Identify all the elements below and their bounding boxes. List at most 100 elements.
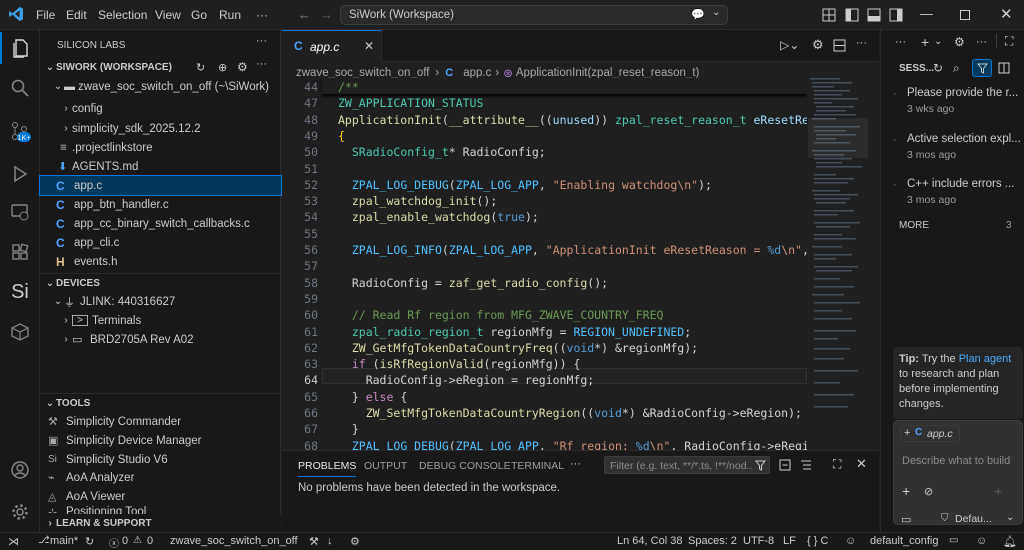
send-add-icon[interactable]: + <box>994 483 1002 499</box>
remote-explorer-icon[interactable] <box>0 196 40 228</box>
layout-icon[interactable]: ▭ <box>949 535 958 546</box>
layout-icon[interactable] <box>822 8 836 22</box>
device-board[interactable]: › ▭ BRD2705A Rev A02 <box>40 330 281 349</box>
panel-tab-debug-console[interactable]: DEBUG CONSOLE <box>419 460 511 472</box>
warning-count[interactable]: 0 <box>147 535 153 547</box>
notifications-bell-icon[interactable]: 🔔︎ <box>1003 535 1017 548</box>
toggle-secondary-sidebar-icon[interactable] <box>889 8 903 22</box>
sidebar-more-icon[interactable]: ··· <box>256 35 267 47</box>
tools-section-header[interactable]: ⌄ TOOLS <box>40 394 281 413</box>
maximize-chat-icon[interactable]: ⛶ <box>1005 34 1013 49</box>
code-line[interactable]: 51 <box>282 162 807 178</box>
chat-more-icon[interactable]: ··· <box>895 36 906 48</box>
tree-item-app-cli[interactable]: C app_cli.c <box>40 233 281 252</box>
tree-item-config[interactable]: › config <box>40 99 281 118</box>
tools-icon[interactable]: ⚒ <box>309 535 319 548</box>
tool-device-manager[interactable]: ▣ Simplicity Device Manager <box>40 431 281 450</box>
cursor-position[interactable]: Ln 64, Col 38 <box>617 535 682 547</box>
session-item[interactable]: · Active selection expl... 3 mos ago <box>881 128 1024 164</box>
tool-simplicity-commander[interactable]: ⚒ Simplicity Commander <box>40 412 281 431</box>
encoding[interactable]: UTF-8 <box>743 535 774 547</box>
tool-aoa-analyzer[interactable]: ⌁ AoA Analyzer <box>40 468 281 487</box>
workspace-more-icon[interactable]: ··· <box>256 58 267 70</box>
close-panel-icon[interactable]: ✕ <box>856 456 867 472</box>
code-line[interactable]: 66 ZW_SetMfgTokenDataCountryRegion((void… <box>282 406 807 422</box>
end-of-line[interactable]: LF <box>783 535 796 547</box>
code-line[interactable]: 49 { <box>282 129 807 145</box>
tree-item-agents-md[interactable]: ⬇ AGENTS.md <box>40 157 281 176</box>
code-line[interactable]: 59 <box>282 292 807 308</box>
error-count[interactable]: 0 <box>122 535 128 547</box>
toggle-panel-icon[interactable] <box>867 8 881 22</box>
device-icon[interactable]: ▭ <box>901 513 911 526</box>
menu-go[interactable]: Go <box>191 8 207 22</box>
mode-label[interactable]: Defau... <box>955 513 992 525</box>
extensions-icon[interactable] <box>0 236 40 268</box>
code-line[interactable]: 54 zpal_enable_watchdog(true); <box>282 210 807 226</box>
menu-file[interactable]: File <box>36 8 55 22</box>
panel-tab-problems[interactable]: PROBLEMS <box>298 460 357 477</box>
code-line[interactable]: 64 RadioConfig->eRegion = regionMfg; <box>282 373 807 389</box>
toggle-view-icon[interactable] <box>998 62 1010 74</box>
source-control-icon[interactable]: 1K+ <box>0 116 40 148</box>
chat-bubble-icon[interactable]: 💬 <box>691 8 705 21</box>
menu-edit[interactable]: Edit <box>66 8 87 22</box>
code-line[interactable]: 53 zpal_watchdog_init(); <box>282 194 807 210</box>
panel-tab-terminal[interactable]: TERMINAL <box>511 460 564 472</box>
plan-agent-link[interactable]: Plan agent <box>959 353 1012 365</box>
maximize-icon[interactable] <box>960 10 970 20</box>
menu-view[interactable]: View <box>155 8 181 22</box>
code-line[interactable]: 57 <box>282 259 807 275</box>
run-debug-icon[interactable] <box>0 158 40 190</box>
split-editor-icon[interactable] <box>833 39 846 52</box>
run-icon[interactable]: ▷⌄ <box>780 38 799 52</box>
tab-app-c[interactable]: C app.c ✕ <box>282 30 382 62</box>
editor-more-icon[interactable]: ··· <box>856 37 867 49</box>
project-folder-row[interactable]: ⌄ ▬ zwave_soc_switch_on_off (~\SiWork) <box>40 77 281 96</box>
chevron-down-icon[interactable]: ⌄ <box>1006 512 1014 523</box>
tree-item-app-cc-binary-switch[interactable]: C app_cc_binary_switch_callbacks.c <box>40 214 281 233</box>
code-line[interactable]: 56 ZPAL_LOG_INFO(ZPAL_LOG_APP, "Applicat… <box>282 243 807 259</box>
menu-run[interactable]: Run <box>219 8 241 22</box>
gear-icon[interactable]: ⚙ <box>812 37 824 53</box>
close-tab-icon[interactable]: ✕ <box>364 39 374 53</box>
more-sessions-label[interactable]: MORE <box>899 220 929 231</box>
code-line[interactable]: 52 ZPAL_LOG_DEBUG(ZPAL_LOG_APP, "Enablin… <box>282 178 807 194</box>
minimize-icon[interactable]: — <box>920 6 933 21</box>
back-arrow-icon[interactable]: ← <box>298 7 311 22</box>
maximize-panel-icon[interactable]: ⛶ <box>833 457 841 472</box>
indentation[interactable]: Spaces: 2 <box>688 535 737 547</box>
tree-item-events-h[interactable]: H events.h <box>40 252 281 271</box>
refresh-icon[interactable]: ↻ <box>933 61 943 75</box>
code-line[interactable]: 47 ZW_APPLICATION_STATUS <box>282 96 807 112</box>
gear-icon[interactable]: ⚙ <box>350 535 360 548</box>
tools-icon[interactable]: ⊘ <box>924 485 933 498</box>
toggle-primary-sidebar-icon[interactable] <box>845 8 859 22</box>
gear-icon[interactable]: ⚙ <box>954 35 965 49</box>
code-line[interactable]: 68 ZPAL_LOG_DEBUG(ZPAL_LOG_APP, "Rf regi… <box>282 439 807 450</box>
tree-item-sdk[interactable]: › simplicity_sdk_2025.12.2 <box>40 119 281 138</box>
project-name[interactable]: zwave_soc_switch_on_off <box>170 535 310 547</box>
minimap[interactable] <box>808 78 868 450</box>
language-mode[interactable]: { } C <box>807 535 828 547</box>
panel-tab-output[interactable]: OUTPUT <box>364 460 407 472</box>
forward-arrow-icon[interactable]: → <box>320 7 333 22</box>
code-line[interactable]: 65 } else { <box>282 390 807 406</box>
collapse-all-icon[interactable] <box>779 459 791 471</box>
package-icon[interactable] <box>0 316 40 348</box>
search-icon[interactable] <box>0 72 40 104</box>
tree-item-app-c[interactable]: C app.c <box>39 175 282 196</box>
code-line[interactable]: 62 ZW_GetMfgTokenDataCountryFreq((void*)… <box>282 341 807 357</box>
accounts-icon[interactable] <box>0 454 40 486</box>
add-icon[interactable]: + <box>902 483 910 499</box>
session-item[interactable]: · Please provide the r... 3 wks ago <box>881 82 1024 118</box>
silicon-labs-icon[interactable]: Si <box>0 276 40 308</box>
download-icon[interactable]: ↓ <box>327 535 333 547</box>
chevron-down-icon[interactable]: ⌄ <box>712 7 720 18</box>
problems-filter-input[interactable]: Filter (e.g. text, **/*.ts, !**/nod... <box>604 456 770 474</box>
search-icon[interactable]: ⌕ <box>953 61 960 76</box>
menu-selection[interactable]: Selection <box>98 8 147 22</box>
tool-studio-v6[interactable]: Si Simplicity Studio V6 <box>40 450 281 469</box>
settings-gear-icon[interactable] <box>0 496 40 528</box>
code-line[interactable]: 60 // Read Rf region from MFG_ZWAVE_COUN… <box>282 308 807 324</box>
